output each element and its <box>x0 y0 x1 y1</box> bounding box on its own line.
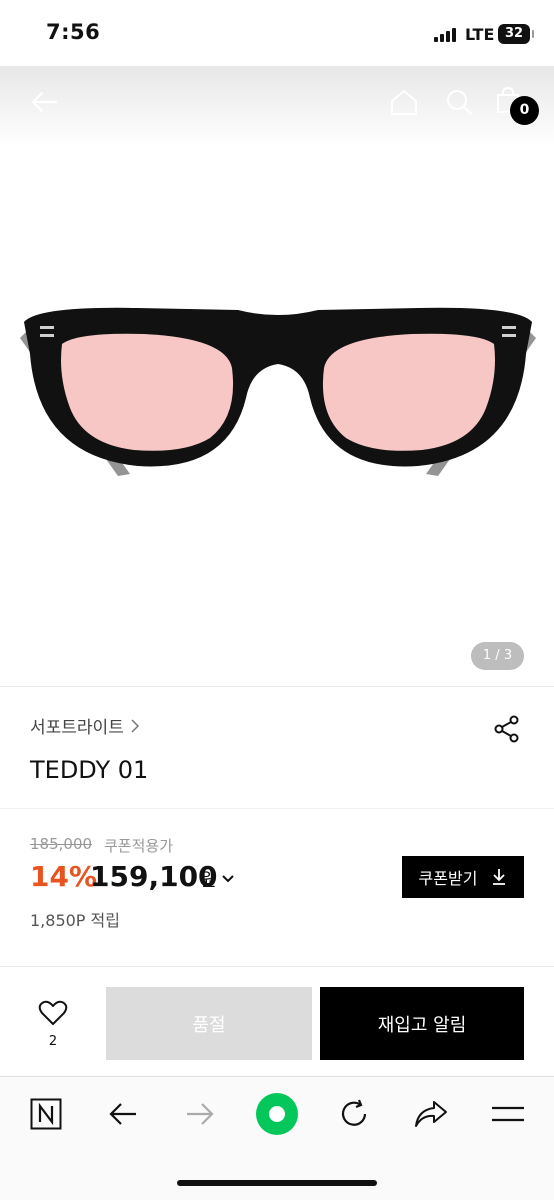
share-icon[interactable] <box>406 1092 456 1136</box>
product-name: TEDDY 01 <box>30 756 149 784</box>
divider <box>0 808 554 809</box>
brand-link[interactable]: 서포트라이트 <box>30 713 140 738</box>
naver-n-icon[interactable] <box>21 1092 71 1136</box>
coupon-price-label: 쿠폰적용가 <box>104 837 174 855</box>
discount-rate: 14% <box>30 860 98 893</box>
divider <box>0 686 554 687</box>
product-image <box>20 307 536 476</box>
back-icon[interactable] <box>24 82 64 122</box>
reward-points: 1,850P 적립 <box>30 911 120 930</box>
back-arrow-icon[interactable] <box>98 1092 148 1136</box>
sale-price: 159,100 <box>90 860 218 893</box>
wish-count: 2 <box>48 1034 58 1049</box>
divider <box>0 966 554 967</box>
menu-icon[interactable] <box>483 1092 533 1136</box>
soldout-button: 품절 <box>106 987 312 1060</box>
refresh-icon[interactable] <box>329 1092 379 1136</box>
search-icon[interactable] <box>439 82 479 122</box>
chevron-right-icon <box>131 718 139 733</box>
network-label: LTE <box>465 25 495 44</box>
forward-arrow-icon[interactable] <box>175 1092 225 1136</box>
chevron-down-icon <box>221 875 234 883</box>
home-icon[interactable] <box>384 82 424 122</box>
battery-icon: 32 <box>498 24 534 44</box>
download-icon <box>493 869 506 885</box>
restock-notify-button[interactable]: 재입고 알림 <box>320 987 524 1060</box>
coupon-button-label: 쿠폰받기 <box>418 869 478 888</box>
status-bar: 7:56 LTE 32 <box>0 0 554 66</box>
coupon-download-button[interactable]: 쿠폰받기 <box>402 856 524 898</box>
image-counter: 1 / 3 <box>471 642 524 670</box>
status-time: 7:56 <box>46 20 101 44</box>
wishlist-button[interactable]: 2 <box>32 1000 74 1049</box>
original-price: 185,000 <box>30 835 93 853</box>
currency-label: 원 <box>200 870 217 891</box>
signal-icon <box>434 28 460 42</box>
cart-count-badge: 0 <box>510 96 539 125</box>
green-dot-icon[interactable] <box>252 1092 302 1136</box>
home-indicator <box>177 1180 377 1186</box>
product-gallery[interactable]: 1 / 3 <box>0 66 554 686</box>
heart-icon <box>38 1000 68 1025</box>
brand-name: 서포트라이트 <box>30 718 124 738</box>
price-detail-toggle[interactable]: 원 <box>200 866 235 892</box>
share-icon[interactable] <box>490 712 524 746</box>
